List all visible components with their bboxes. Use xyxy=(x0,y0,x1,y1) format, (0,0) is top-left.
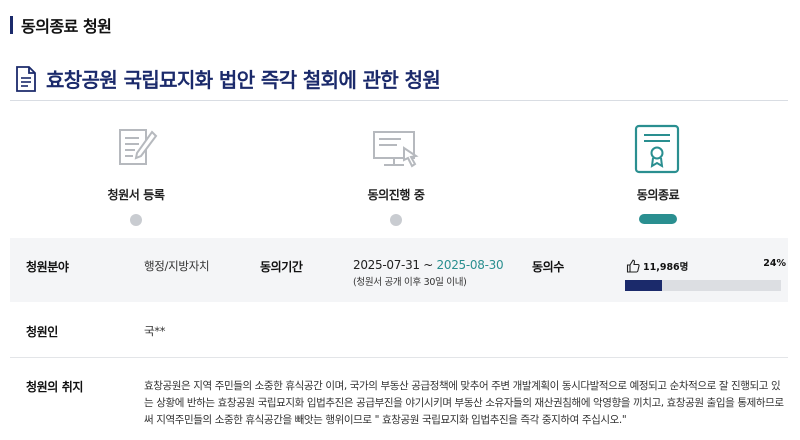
step-label: 동의진행 중 xyxy=(367,188,425,202)
period-end: 2025-08-30 xyxy=(436,258,504,272)
petitioner-row: 청원인 국** xyxy=(10,302,788,358)
category-label: 청원분야 xyxy=(26,260,69,274)
step-label: 청원서 등록 xyxy=(107,188,165,202)
thumbs-up-icon xyxy=(626,259,640,273)
title-divider xyxy=(10,100,788,101)
petitioner-value: 국** xyxy=(144,324,166,338)
agree-count: 11,986명 xyxy=(626,259,688,273)
step-registration: 청원서 등록 xyxy=(76,122,196,226)
purpose-label: 청원의 취지 xyxy=(26,380,83,394)
period-note: (청원서 공개 이후 30일 이내) xyxy=(353,277,467,288)
purpose-row: 청원의 취지 효창공원은 지역 주민들의 소중한 휴식공간 이며, 국가의 부동… xyxy=(10,360,788,440)
agree-progress-bar xyxy=(625,280,781,291)
step-label: 동의종료 xyxy=(636,188,680,202)
period-label: 동의기간 xyxy=(260,260,303,274)
petition-info-row: 청원분야 행정/지방자치 동의기간 2025-07-31 ~ 2025-08-3… xyxy=(10,238,788,302)
petitioner-label: 청원인 xyxy=(26,325,58,339)
agree-label: 동의수 xyxy=(532,260,564,274)
agree-count-value: 11,986명 xyxy=(643,262,689,273)
period-separator: ~ xyxy=(419,258,437,272)
agree-progress-fill xyxy=(625,280,663,291)
step-completed: 동의종료 xyxy=(598,122,718,224)
certificate-icon xyxy=(630,122,686,178)
document-icon xyxy=(16,65,36,92)
period-start: 2025-07-31 xyxy=(353,258,420,272)
computer-touch-icon xyxy=(368,122,424,178)
step-in-progress: 동의진행 중 xyxy=(336,122,456,226)
step-indicator-dot xyxy=(130,214,142,226)
step-indicator-dot xyxy=(390,214,402,226)
petition-title-text: 효창공원 국립묘지화 법안 즉각 철회에 관한 청원 xyxy=(46,68,441,92)
section-header-bar xyxy=(10,16,13,34)
section-header: 동의종료 청원 xyxy=(10,14,112,36)
agree-percent: 24% xyxy=(763,258,786,269)
document-pen-icon xyxy=(108,122,164,178)
purpose-text: 효창공원은 지역 주민들의 소중한 휴식공간 이며, 국가의 부동산 공급정책에… xyxy=(144,380,784,426)
petition-title: 효창공원 국립묘지화 법안 즉각 철회에 관한 청원 xyxy=(14,64,441,93)
section-title: 동의종료 청원 xyxy=(21,17,112,36)
category-value: 행정/지방자치 xyxy=(144,259,210,273)
period-value: 2025-07-31 ~ 2025-08-30 xyxy=(353,258,504,272)
step-indicator-active xyxy=(639,214,677,224)
